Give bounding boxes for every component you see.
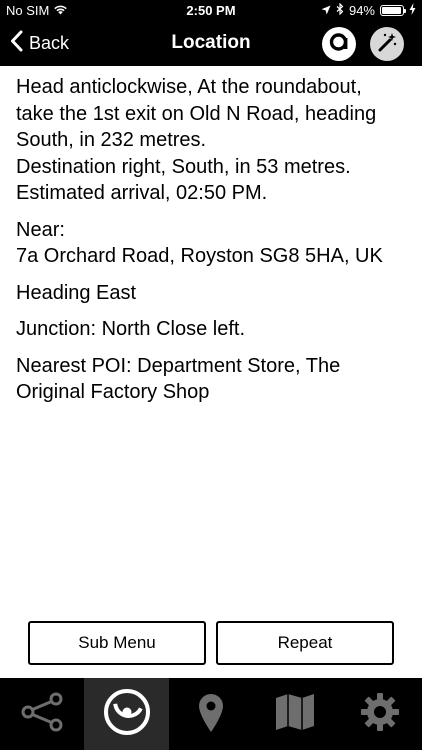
tab-route[interactable] bbox=[0, 678, 84, 750]
gear-icon bbox=[360, 692, 400, 737]
near-section: Near: 7a Orchard Road, Royston SG8 5HA, … bbox=[16, 217, 412, 270]
battery-tip bbox=[404, 9, 406, 13]
tab-settings[interactable] bbox=[338, 678, 422, 750]
heading-text: Heading East bbox=[16, 281, 137, 304]
status-right: 94% bbox=[321, 2, 416, 18]
a-logo-icon bbox=[328, 31, 350, 58]
a-logo-button[interactable] bbox=[322, 27, 356, 61]
directions-line: South, in 232 metres. bbox=[16, 129, 207, 151]
charging-bolt-icon bbox=[409, 3, 416, 18]
battery-level bbox=[382, 7, 401, 14]
near-address: 7a Orchard Road, Royston SG8 5HA, UK bbox=[16, 245, 383, 267]
directions-line: Destination right, South, in 53 metres. bbox=[16, 155, 351, 178]
repeat-button[interactable]: Repeat bbox=[216, 621, 394, 665]
poi-line: Original Factory Shop bbox=[16, 381, 210, 403]
map-pin-icon bbox=[196, 691, 226, 738]
near-label: Near: bbox=[16, 218, 65, 241]
sub-menu-button[interactable]: Sub Menu bbox=[28, 621, 206, 665]
battery-percent: 94% bbox=[348, 3, 375, 18]
location-details: Head anticlockwise, At the roundabout, t… bbox=[16, 74, 412, 416]
location-radar-icon bbox=[102, 687, 152, 742]
junction-text: Junction: North Close left. bbox=[16, 318, 245, 340]
nearest-poi: Nearest POI: Department Store, The Origi… bbox=[16, 353, 412, 406]
nav-bar: Back Location bbox=[0, 22, 422, 66]
directions-line: take the 1st exit on Old N Road, heading bbox=[16, 102, 377, 125]
directions-line: Estimated arrival, 02:50 PM. bbox=[16, 182, 268, 204]
tab-map[interactable] bbox=[253, 678, 337, 750]
route-icon bbox=[20, 690, 64, 739]
magic-wand-icon bbox=[376, 31, 398, 58]
magic-wand-button[interactable] bbox=[370, 27, 404, 61]
bluetooth-icon bbox=[336, 2, 344, 18]
directions-text: Head anticlockwise, At the roundabout, t… bbox=[16, 74, 412, 207]
poi-line: Nearest POI: Department Store, The bbox=[16, 354, 341, 377]
status-bar: No SIM 2:50 PM 94% bbox=[0, 0, 422, 22]
battery-icon bbox=[380, 5, 406, 16]
tab-location[interactable] bbox=[84, 678, 169, 750]
map-icon bbox=[274, 693, 316, 736]
tab-places[interactable] bbox=[169, 678, 253, 750]
directions-line: Head anticlockwise, At the roundabout, bbox=[16, 76, 362, 98]
tab-bar bbox=[0, 678, 422, 750]
page-title: Location bbox=[171, 32, 251, 53]
location-arrow-icon bbox=[321, 3, 331, 18]
